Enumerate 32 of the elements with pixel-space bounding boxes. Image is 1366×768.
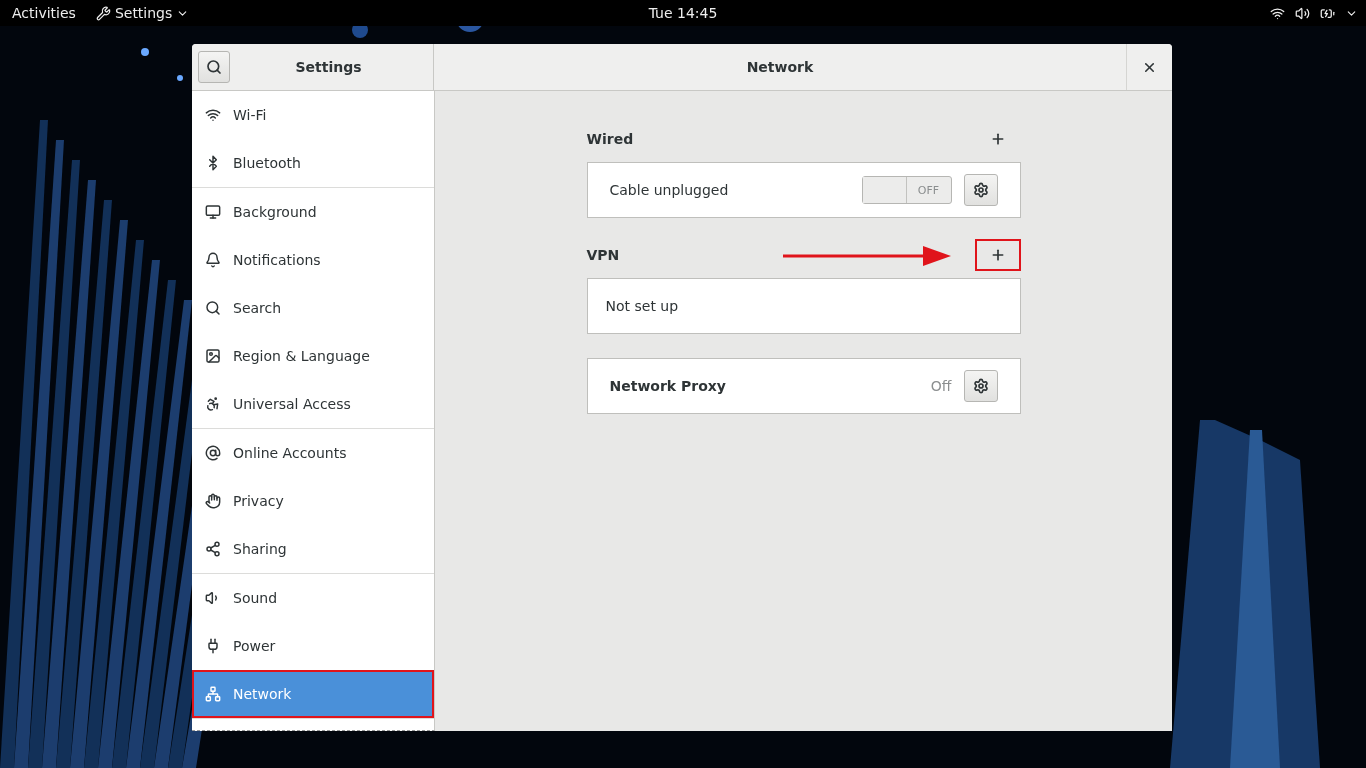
window-title: Network: [745, 59, 815, 75]
clock[interactable]: Tue 14:45: [648, 5, 718, 21]
network-icon: [205, 686, 221, 702]
gear-icon: [972, 378, 989, 394]
hand-icon: [205, 493, 221, 509]
add-button[interactable]: [974, 239, 1021, 271]
row-label: Not set up: [605, 298, 680, 314]
row-label: Cable unplugged: [609, 182, 730, 198]
row-label[interactable]: Network Proxy: [609, 378, 931, 394]
volume-icon[interactable]: [1295, 5, 1310, 21]
sidebar-title: Settings: [294, 59, 363, 75]
search-icon: [206, 59, 222, 75]
section-title: Wired: [586, 131, 634, 147]
status-text: Off: [930, 378, 952, 394]
share-icon: [205, 541, 221, 557]
accessibility-icon: [205, 396, 221, 412]
wifi-icon[interactable]: [1270, 5, 1285, 21]
settings-button[interactable]: [963, 174, 998, 206]
search-icon: [205, 300, 221, 316]
section-title: VPN: [586, 247, 620, 263]
plug-icon: [205, 638, 221, 654]
app-menu[interactable]: Settings: [95, 5, 190, 21]
photo-icon: [205, 348, 221, 364]
tools-icon: [95, 5, 111, 21]
settings-button[interactable]: [963, 370, 998, 402]
monitor-icon: [205, 204, 221, 220]
at-sign-icon: [205, 445, 221, 461]
gear-icon: [972, 182, 989, 198]
search-button[interactable]: [198, 51, 230, 83]
wifi-icon: [205, 107, 221, 123]
activities-button[interactable]: Activities: [12, 5, 76, 21]
bell-icon: [205, 252, 221, 268]
